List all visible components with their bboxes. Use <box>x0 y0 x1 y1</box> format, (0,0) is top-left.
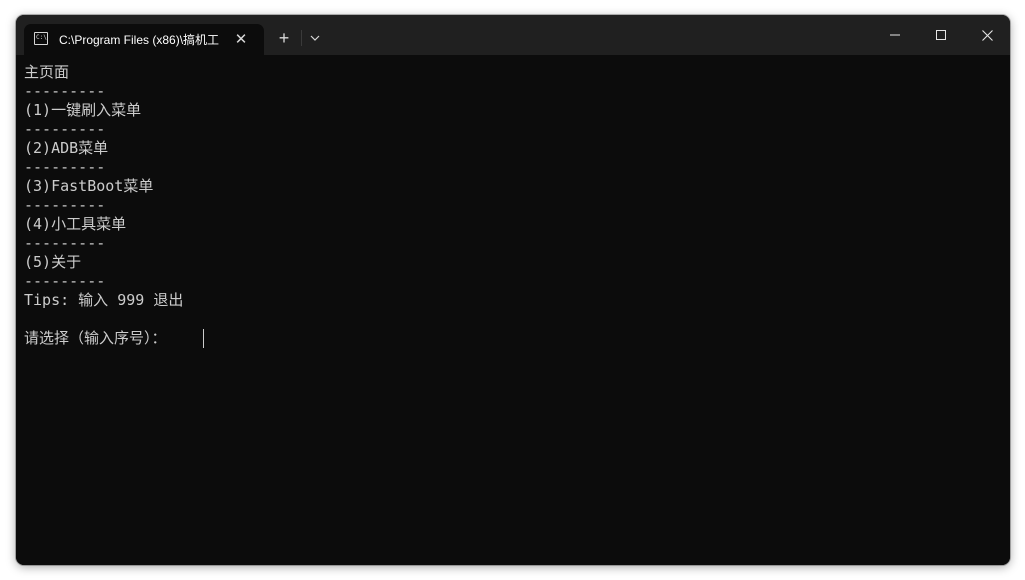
close-tab-button[interactable]: ✕ <box>231 30 251 50</box>
chevron-down-icon <box>310 35 320 41</box>
separator-line: --------- <box>24 120 106 138</box>
menu-option-1: (1)一键刷入菜单 <box>24 101 142 119</box>
separator-line: --------- <box>24 234 106 252</box>
tab-icon-text: C:\ <box>36 34 47 41</box>
menu-option-4: (4)小工具菜单 <box>24 215 127 233</box>
tab-divider <box>301 30 302 46</box>
menu-title: 主页面 <box>24 63 70 81</box>
maximize-button[interactable] <box>918 15 964 55</box>
tab-title: C:\Program Files (x86)\搞机工 <box>59 33 220 47</box>
input-prompt[interactable]: 请选择（输入序号）： <box>24 329 167 348</box>
close-icon <box>981 30 993 41</box>
text-cursor <box>203 329 204 348</box>
menu-option-2: (2)ADB菜单 <box>24 139 109 157</box>
menu-option-3: (3)FastBoot菜单 <box>24 177 154 195</box>
tab-active[interactable]: C:\ C:\Program Files (x86)\搞机工 ✕ <box>24 24 264 55</box>
command-prompt-icon: C:\ <box>34 32 48 45</box>
tab-dropdown-button[interactable] <box>305 26 325 52</box>
tips-line: Tips: 输入 999 退出 <box>24 291 184 309</box>
menu-option-5: (5)关于 <box>24 253 82 271</box>
separator-line: --------- <box>24 158 106 176</box>
maximize-icon <box>936 30 946 40</box>
separator-line: --------- <box>24 196 106 214</box>
minimize-icon <box>890 34 900 36</box>
terminal-window: C:\ C:\Program Files (x86)\搞机工 ✕ + 主页面 -… <box>16 15 1010 565</box>
new-tab-button[interactable]: + <box>271 26 297 52</box>
separator-line: --------- <box>24 82 106 100</box>
separator-line: --------- <box>24 272 106 290</box>
title-bar[interactable]: C:\ C:\Program Files (x86)\搞机工 ✕ + <box>16 15 1010 55</box>
minimize-button[interactable] <box>872 15 918 55</box>
close-window-button[interactable] <box>964 15 1010 55</box>
terminal-output[interactable]: 主页面 --------- (1)一键刷入菜单 --------- (2)ADB… <box>16 55 1010 565</box>
